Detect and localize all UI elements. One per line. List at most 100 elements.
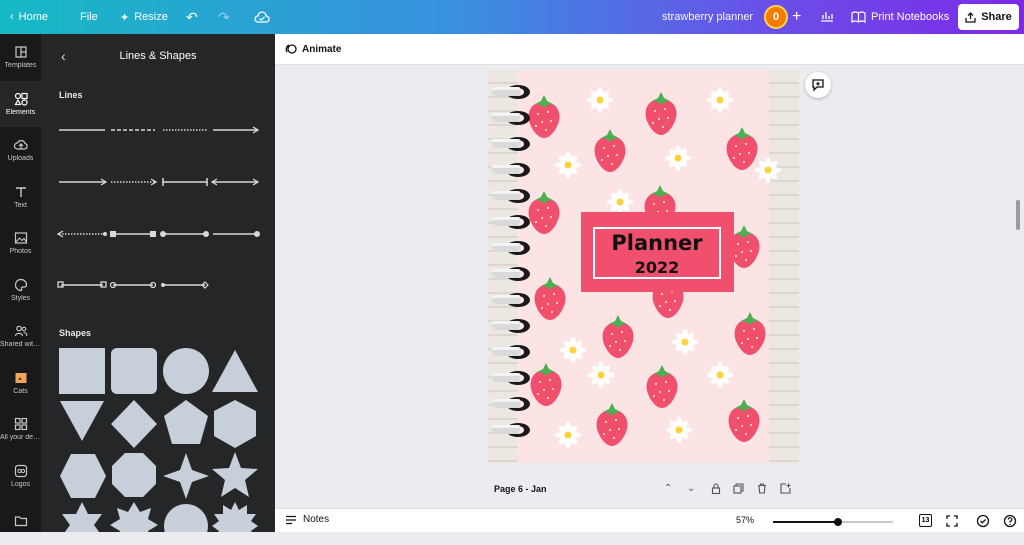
shape-square[interactable] — [59, 348, 105, 394]
share-label: Share — [981, 11, 1012, 23]
animate-icon — [285, 44, 297, 54]
duplicate-page-button[interactable] — [733, 483, 744, 497]
file-menu[interactable]: File — [80, 11, 98, 23]
check-circle-icon[interactable] — [976, 514, 990, 528]
shape-triangle[interactable] — [212, 350, 258, 392]
duplicate-icon — [733, 483, 744, 494]
resize-button[interactable]: ✦ Resize — [120, 11, 168, 24]
lock-icon — [711, 483, 721, 495]
elements-icon — [13, 92, 28, 106]
home-button[interactable]: ‹ Home — [10, 11, 48, 23]
styles-icon — [14, 278, 27, 291]
redo-icon: ↷ — [218, 8, 230, 25]
plus-icon: + — [792, 8, 802, 25]
shape-burst[interactable] — [212, 502, 258, 532]
line-hollow-circle-ends[interactable] — [109, 281, 157, 289]
rail-item-logos[interactable]: Logos — [0, 453, 41, 499]
zoom-slider-handle[interactable] — [834, 518, 842, 526]
rail-item-text[interactable]: Text — [0, 174, 41, 220]
line-dotted-arrow-left[interactable] — [56, 230, 107, 238]
zoom-level[interactable]: 57% — [736, 515, 754, 525]
rail-item-label: Uploads — [7, 155, 34, 162]
book-icon — [851, 11, 866, 23]
avatar[interactable]: 0 — [764, 5, 788, 29]
line-bar-ends[interactable] — [162, 178, 208, 186]
insights-button[interactable] — [820, 10, 834, 25]
shape-star-five[interactable] — [212, 452, 258, 497]
cats-icon — [15, 372, 26, 383]
photos-icon — [14, 232, 27, 244]
lock-page-button[interactable] — [711, 483, 721, 497]
rail-item-styles[interactable]: Styles — [0, 267, 41, 313]
planner-year-text: 2022 — [635, 258, 680, 277]
rail-item-photos[interactable]: Photos — [0, 220, 41, 266]
shape-hexagon[interactable] — [214, 400, 256, 448]
shape-rounded-square[interactable] — [111, 348, 157, 394]
top-bar: ‹ Home File ✦ Resize ↶ ↷ strawberry plan… — [0, 0, 1024, 34]
line-square-ends[interactable] — [110, 231, 156, 237]
panel-title: Lines & Shapes — [119, 50, 197, 62]
canvas-scrollbar[interactable] — [1016, 200, 1020, 230]
shape-hexagon-flat[interactable] — [60, 454, 106, 498]
page-label[interactable]: Page 6 - Jan — [494, 484, 547, 494]
logos-icon — [14, 464, 27, 477]
file-label: File — [80, 11, 98, 23]
line-double-arrow[interactable] — [210, 178, 260, 186]
add-comment-button[interactable] — [805, 72, 831, 98]
share-button[interactable]: Share — [958, 4, 1019, 30]
avatar-initial: 0 — [772, 11, 780, 23]
fullscreen-icon[interactable] — [945, 514, 959, 528]
animate-button[interactable]: Animate — [285, 43, 341, 55]
rail-item-label: All your desi... — [0, 434, 41, 441]
uploads-icon — [13, 140, 28, 150]
print-notebooks-button[interactable]: Print Notebooks — [851, 11, 949, 23]
shape-circle[interactable] — [163, 348, 209, 394]
title-label[interactable]: Planner 2022 — [581, 212, 734, 292]
page-controls: Page 6 - Jan ⌃ ⌄ — [275, 478, 1024, 502]
rail-item-templates[interactable]: Templates — [0, 34, 41, 80]
shape-triangle-down[interactable] — [60, 401, 104, 441]
line-diamond-end[interactable] — [161, 281, 209, 289]
shape-star-six[interactable] — [62, 502, 102, 532]
zoom-slider[interactable] — [773, 518, 893, 526]
page-down-button[interactable]: ⌄ — [687, 483, 695, 494]
rail-item-elements[interactable]: Elements — [0, 80, 41, 127]
lines-section-title: Lines — [59, 90, 83, 100]
line-circle-ends[interactable] — [160, 231, 209, 237]
notes-button[interactable]: Notes — [285, 514, 329, 525]
shape-pentagon[interactable] — [164, 400, 208, 444]
shape-diamond[interactable] — [111, 400, 157, 448]
upload-icon — [965, 11, 976, 23]
shape-star-eight[interactable] — [110, 502, 158, 532]
design-page[interactable]: Planner 2022 — [488, 70, 799, 463]
help-icon[interactable] — [1003, 514, 1017, 528]
rail-item-label: Elements — [5, 108, 36, 116]
shape-badge[interactable] — [164, 504, 208, 532]
rail-item-shared[interactable]: Shared with ... — [0, 313, 41, 359]
delete-page-button[interactable] — [757, 483, 767, 497]
document-title[interactable]: strawberry planner — [662, 11, 753, 23]
add-collaborator-button[interactable]: + — [792, 8, 801, 26]
rail-item-cats[interactable]: Cats — [0, 360, 41, 406]
save-status-button[interactable] — [254, 11, 270, 23]
line-arrow-right[interactable] — [59, 178, 108, 186]
line-circle-end[interactable] — [213, 231, 260, 237]
shared-icon — [14, 325, 27, 337]
rail-item-folder[interactable] — [0, 499, 41, 545]
page-up-button[interactable]: ⌃ — [664, 483, 672, 494]
rail-item-uploads[interactable]: Uploads — [0, 127, 41, 173]
page-grid-button[interactable]: 13 — [919, 514, 932, 527]
shape-star-four[interactable] — [163, 453, 209, 499]
animate-label: Animate — [302, 43, 342, 55]
line-hollow-square-ends[interactable] — [57, 281, 107, 288]
line-dotted-arrow[interactable] — [111, 178, 158, 186]
shape-octagon[interactable] — [112, 453, 156, 497]
redo-button[interactable]: ↷ — [218, 9, 230, 26]
add-page-button[interactable] — [780, 483, 791, 497]
line-arrow[interactable] — [213, 126, 260, 134]
bar-chart-icon — [821, 11, 833, 22]
undo-button[interactable]: ↶ — [186, 9, 198, 26]
trash-icon — [758, 483, 766, 494]
rail-item-designs[interactable]: All your desi... — [0, 406, 41, 452]
designs-icon — [14, 417, 27, 431]
